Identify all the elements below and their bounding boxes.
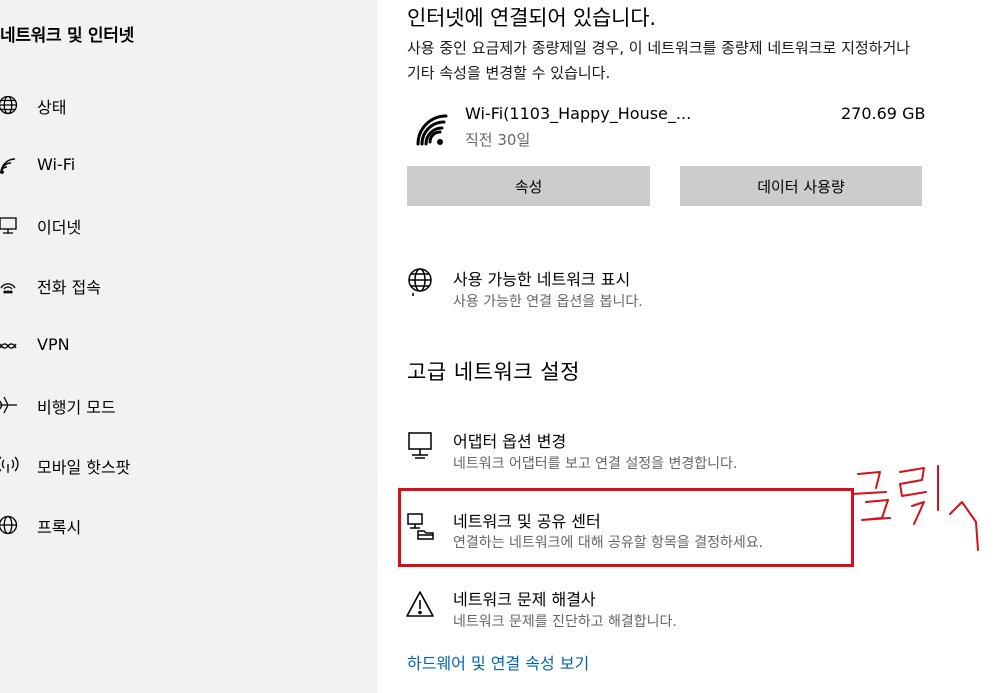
sidebar-item-wifi[interactable]: Wi-Fi <box>0 142 378 190</box>
globe-icon <box>0 93 20 117</box>
network-troubleshooter-description: 네트워크 문제를 진단하고 해결합니다. <box>453 614 677 630</box>
main-content: 인터넷에 연결되어 있습니다. 사용 중인 요금제가 종량제일 경우, 이 네트… <box>378 0 997 693</box>
status-heading: 인터넷에 연결되어 있습니다. <box>407 6 656 30</box>
globe-icon <box>405 267 435 297</box>
properties-button[interactable]: 속성 <box>407 166 650 206</box>
dialup-icon <box>0 273 20 297</box>
network-troubleshooter-link[interactable]: 네트워크 문제 해결사 <box>453 586 596 610</box>
sidebar-item-label: Wi-Fi <box>37 155 76 174</box>
sidebar-item-label: 전화 접속 <box>37 278 101 297</box>
sidebar: 네트워크 및 인터넷 상태 Wi-Fi 이더넷 전화 접속 VPN 비행기 모드… <box>0 0 378 693</box>
connection-period: 직전 30일 <box>465 131 531 149</box>
sidebar-title: 네트워크 및 인터넷 <box>0 26 134 46</box>
adapter-options-link[interactable]: 어댑터 옵션 변경 <box>453 428 566 452</box>
sidebar-item-mobile-hotspot[interactable]: 모바일 핫스팟 <box>0 441 378 489</box>
vpn-icon <box>0 334 20 358</box>
ethernet-icon <box>0 213 20 237</box>
wifi-signal-icon <box>412 110 452 150</box>
status-description: 사용 중인 요금제가 종량제일 경우, 이 네트워크를 종량제 네트워크로 지정… <box>407 39 911 82</box>
hardware-properties-link[interactable]: 하드웨어 및 연결 속성 보기 <box>407 650 589 674</box>
sidebar-item-label: 프록시 <box>37 518 82 537</box>
sidebar-item-label: 비행기 모드 <box>37 398 116 417</box>
sidebar-item-label: 모바일 핫스팟 <box>37 458 131 477</box>
sidebar-item-ethernet[interactable]: 이더넷 <box>0 201 378 249</box>
sidebar-item-proxy[interactable]: 프록시 <box>0 501 378 549</box>
data-usage-button[interactable]: 데이터 사용량 <box>680 166 922 206</box>
available-networks-link[interactable]: 사용 가능한 네트워크 표시 <box>453 266 630 290</box>
sidebar-item-label: 이더넷 <box>37 218 82 237</box>
sidebar-item-dialup[interactable]: 전화 접속 <box>0 261 378 309</box>
highlight-box <box>398 488 854 567</box>
sidebar-item-airplane-mode[interactable]: 비행기 모드 <box>0 381 378 429</box>
airplane-icon <box>0 393 20 417</box>
handwritten-annotation <box>851 465 979 551</box>
wifi-icon <box>0 154 20 178</box>
advanced-settings-heading: 고급 네트워크 설정 <box>407 360 580 384</box>
sidebar-item-label: VPN <box>37 335 70 354</box>
warning-icon <box>405 589 435 619</box>
monitor-icon <box>405 430 435 460</box>
adapter-options-description: 네트워크 어댑터를 보고 연결 설정을 변경합니다. <box>453 456 738 472</box>
sidebar-item-label: 상태 <box>37 98 67 117</box>
connection-name: Wi-Fi(1103_Happy_House_... <box>465 104 692 123</box>
sidebar-item-status[interactable]: 상태 <box>0 81 378 129</box>
globe-icon <box>0 513 20 537</box>
sidebar-item-vpn[interactable]: VPN <box>0 322 378 370</box>
connection-usage: 270.69 GB <box>841 104 926 123</box>
available-networks-description: 사용 가능한 연결 옵션을 봅니다. <box>453 294 643 310</box>
hotspot-icon <box>0 453 20 477</box>
